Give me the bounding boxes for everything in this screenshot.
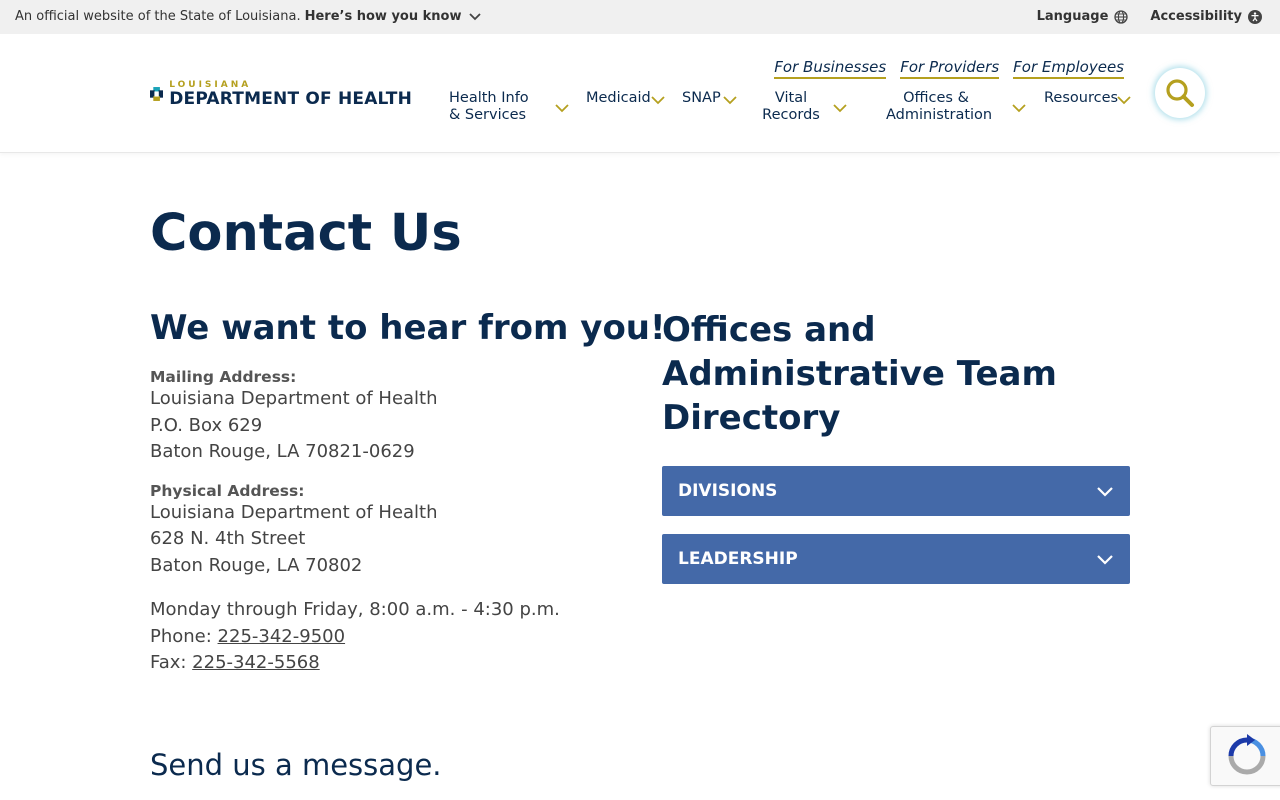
mailing-line: P.O. Box 629 [150,414,263,436]
phone-line: Phone: 225-342-9500 [150,624,630,651]
mailing-address-label: Mailing Address: [150,368,297,386]
directory-section: Offices and Administrative Team Director… [662,308,1130,602]
nav-offices-line2: Administration [886,107,993,123]
nav-vital-line2: Records [762,107,820,123]
phone-label: Phone: [150,625,218,647]
physical-address-label: Physical Address: [150,481,305,500]
nav-offices-line1: Offices & [903,90,969,106]
recaptcha-icon [1228,734,1266,775]
for-businesses-link[interactable]: For Businesses [774,58,887,79]
divisions-label: DIVISIONS [678,481,778,501]
nav-medicaid[interactable]: Medicaid [586,90,670,107]
chevron-down-icon [1097,487,1113,497]
for-employees-link[interactable]: For Employees [1013,58,1124,79]
ldh-logo[interactable]: LOUISIANA DEPARTMENT OF HEALTH [150,74,412,114]
nav-vital-line1: Vital [774,90,808,106]
mailing-line: Louisiana Department of Health [150,388,438,409]
for-providers-link[interactable]: For Providers [900,58,1000,79]
hear-from-you-heading: We want to hear from you! [150,308,666,348]
leadership-accordion[interactable]: LEADERSHIP [662,534,1130,584]
nav-health-line1: Health Info [449,90,529,106]
nav-resources[interactable]: Resources [1044,90,1134,107]
mailing-line: Baton Rouge, LA 70821-0629 [150,441,415,462]
fax-line: Fax: 225-342-5568 [150,650,630,677]
physical-line: 628 N. 4th Street [150,528,306,549]
nav-resources-label: Resources [1044,90,1119,106]
fax-link[interactable]: 225-342-5568 [192,652,320,673]
nav-offices-admin[interactable]: Offices & Administration [886,90,1028,124]
physical-address: Physical Address: Louisiana Department o… [150,482,630,580]
phone-link[interactable]: 225-342-9500 [218,626,346,647]
accessibility-label: Accessibility [1150,9,1242,24]
nav-vital-records[interactable]: Vital Records [761,90,849,124]
accessibility-icon [1248,9,1262,24]
logo-dept-text: DEPARTMENT OF HEALTH [169,88,412,109]
leadership-label: LEADERSHIP [678,549,798,569]
send-message-heading: Send us a message. [150,748,442,782]
chevron-down-icon [1117,96,1131,105]
physical-line: Baton Rouge, LA 70802 [150,554,363,576]
chevron-down-icon [1097,555,1113,565]
physical-line: Louisiana Department of Health [150,501,438,523]
site-header: LOUISIANA DEPARTMENT OF HEALTH For Busin… [0,34,1280,153]
fax-label: Fax: [150,652,193,673]
globe-icon [1114,9,1129,24]
audience-links: For Businesses For Providers For Employe… [774,58,1124,79]
official-text: An official website of the State of Loui… [15,9,301,24]
chevron-down-icon [1012,104,1026,113]
office-hours: Monday through Friday, 8:00 a.m. - 4:30 … [150,599,560,620]
chevron-down-icon [723,96,737,105]
how-you-know-label: Here’s how you know [304,9,462,24]
nav-snap-label: SNAP [682,90,721,106]
search-icon [1166,79,1194,107]
nav-medicaid-label: Medicaid [586,90,651,106]
accessibility-button[interactable]: Accessibility [1150,9,1262,24]
language-button[interactable]: Language [1037,9,1129,24]
nav-health-line2: & Services [449,107,527,123]
official-banner: An official website of the State of Loui… [0,0,1280,34]
divisions-accordion[interactable]: DIVISIONS [662,466,1130,516]
directory-heading: Offices and Administrative Team Director… [662,310,1057,438]
chevron-down-icon [651,96,665,105]
how-you-know-toggle[interactable]: Here’s how you know [305,9,484,24]
language-label: Language [1036,9,1109,24]
chevron-down-icon [833,104,847,113]
nav-health-info[interactable]: Health Info & Services [449,90,574,124]
search-button[interactable] [1155,68,1205,118]
mailing-address: Mailing Address: Louisiana Department of… [150,368,630,466]
contact-info-section: We want to hear from you! Mailing Addres… [150,308,666,677]
chevron-down-icon [555,104,569,113]
recaptcha-badge[interactable] [1210,726,1280,786]
page-title: Contact Us [150,204,462,263]
official-notice: An official website of the State of Loui… [15,9,483,24]
chevron-down-icon [469,12,482,20]
nav-snap[interactable]: SNAP [682,90,742,107]
logo-mark-icon [150,87,164,101]
